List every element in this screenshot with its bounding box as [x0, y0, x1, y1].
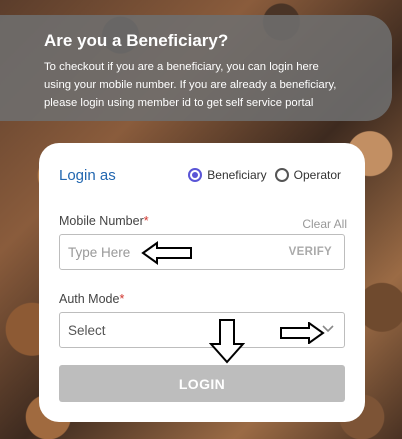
banner-line: using your mobile number. If you are alr…	[44, 79, 337, 91]
down-arrow-annotation-icon	[209, 319, 245, 364]
mobile-number-input[interactable]: Type Here VERIFY	[59, 234, 345, 270]
verify-button[interactable]: VERIFY	[289, 246, 332, 258]
required-mark: *	[143, 214, 149, 228]
radio-beneficiary[interactable]: Beneficiary	[188, 168, 267, 182]
login-button[interactable]: LOGIN	[59, 365, 345, 402]
radio-unselected-icon[interactable]	[274, 168, 289, 182]
beneficiary-info-banner: Are you a Beneficiary? To checkout if yo…	[0, 15, 392, 121]
left-arrow-annotation-icon	[141, 241, 192, 265]
mobile-number-label-text: Mobile Number	[59, 214, 144, 228]
login-as-label: Login as	[59, 167, 116, 184]
banner-line: To checkout if you are a beneficiary, yo…	[44, 61, 319, 73]
auth-mode-selected-value: Select	[68, 323, 106, 338]
banner-title: Are you a Beneficiary?	[44, 31, 229, 50]
auth-mode-label: Auth Mode*	[59, 292, 124, 306]
banner-description: To checkout if you are a beneficiary, yo…	[44, 58, 376, 112]
right-arrow-annotation-icon	[280, 322, 325, 344]
radio-operator-label: Operator	[293, 168, 341, 182]
login-type-radio-group: Beneficiary Operator	[180, 168, 341, 182]
banner-line: please login using member id to get self…	[44, 97, 314, 109]
radio-operator[interactable]: Operator	[274, 168, 341, 182]
radio-selected-icon[interactable]	[188, 168, 203, 182]
auth-mode-label-text: Auth Mode	[59, 292, 120, 306]
login-card: Login as Beneficiary Operator Mobile Num…	[39, 143, 365, 422]
radio-beneficiary-label: Beneficiary	[207, 168, 267, 182]
required-mark: *	[119, 292, 125, 306]
mobile-number-placeholder: Type Here	[68, 245, 131, 260]
clear-all-button[interactable]: Clear All	[302, 217, 347, 231]
mobile-number-label: Mobile Number*	[59, 214, 149, 228]
